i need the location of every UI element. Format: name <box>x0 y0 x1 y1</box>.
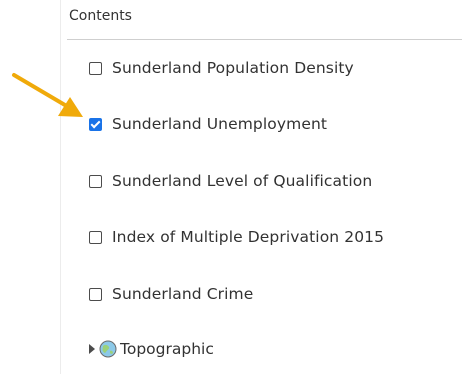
layer-label: Index of Multiple Deprivation 2015 <box>112 228 385 246</box>
expand-triangle-icon[interactable] <box>89 344 95 354</box>
panel-divider <box>60 0 61 374</box>
layer-label: Sunderland Level of Qualification <box>112 172 373 190</box>
layer-checkbox[interactable] <box>89 61 102 75</box>
layer-label: Sunderland Crime <box>112 285 254 303</box>
panel-title: Contents <box>69 8 132 24</box>
layer-checkbox[interactable] <box>89 287 102 301</box>
layer-item-unemployment[interactable]: Sunderland Unemployment <box>89 112 327 136</box>
layer-label: Sunderland Unemployment <box>112 115 328 133</box>
header-divider <box>67 39 462 40</box>
layer-checkbox[interactable] <box>89 174 102 188</box>
layer-item-crime[interactable]: Sunderland Crime <box>89 282 253 306</box>
layer-item-population-density[interactable]: Sunderland Population Density <box>89 56 354 80</box>
layer-list-panel: Contents Sunderland Population Density S… <box>0 0 462 374</box>
layer-checkbox[interactable] <box>89 230 102 244</box>
layer-checkbox-checked[interactable] <box>89 117 102 131</box>
basemap-item-topographic[interactable]: Topographic <box>89 337 214 361</box>
basemap-label: Topographic <box>120 340 214 358</box>
globe-icon <box>99 340 117 358</box>
layer-item-deprivation[interactable]: Index of Multiple Deprivation 2015 <box>89 225 384 249</box>
layer-item-qualification[interactable]: Sunderland Level of Qualification <box>89 169 372 193</box>
layer-label: Sunderland Population Density <box>112 59 354 77</box>
